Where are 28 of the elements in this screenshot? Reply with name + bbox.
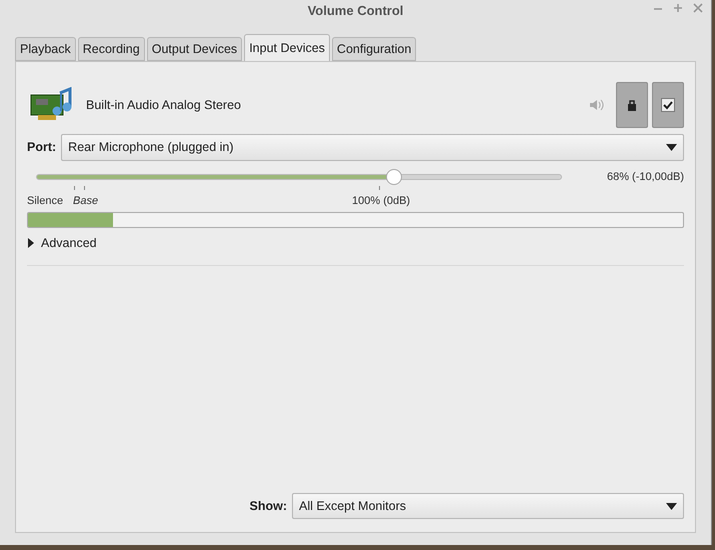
port-label: Port: (27, 139, 56, 156)
close-icon[interactable] (693, 3, 703, 13)
device-name: Built-in Audio Analog Stereo (86, 96, 242, 114)
hundred-percent-label: 100% (0dB) (352, 194, 410, 209)
window-title: Volume Control (308, 2, 404, 20)
tab[interactable]: Input Devices (244, 34, 330, 61)
lock-icon (627, 99, 637, 111)
maximize-icon[interactable] (673, 3, 683, 13)
volume-slider[interactable] (36, 168, 562, 186)
show-dropdown[interactable]: All Except Monitors (292, 493, 684, 519)
show-label: Show: (250, 498, 287, 515)
slider-thumb[interactable] (386, 169, 402, 185)
checkbox-icon (661, 98, 675, 112)
advanced-expander[interactable]: Advanced (27, 234, 97, 253)
caret-icon (666, 502, 677, 510)
expander-icon (27, 238, 35, 248)
tab[interactable]: Output Devices (146, 37, 242, 61)
caret-icon (666, 144, 677, 151)
lock-toggle-button[interactable] (616, 82, 648, 128)
silence-label: Silence (27, 194, 64, 209)
port-dropdown[interactable]: Rear Microphone (plugged in) (61, 134, 684, 161)
default-toggle-button[interactable] (652, 82, 684, 128)
volume-reading: 68% (-10,00dB) (606, 170, 684, 185)
tab[interactable]: Recording (78, 37, 145, 61)
tab[interactable]: Playback (15, 37, 76, 61)
tab[interactable]: Configuration (332, 37, 416, 61)
speaker-icon (589, 99, 604, 111)
base-label: Base (73, 194, 98, 209)
